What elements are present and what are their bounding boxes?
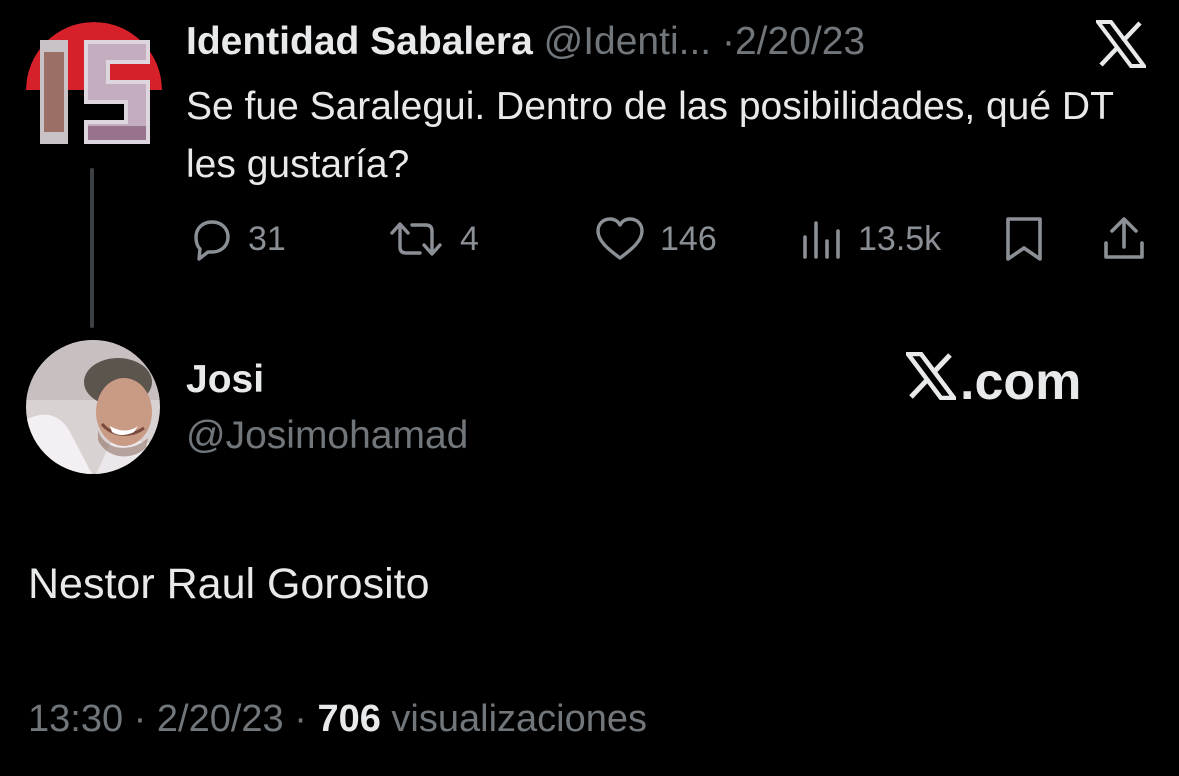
reply-author-handle[interactable]: @Josimohamad (186, 412, 468, 460)
retweet-button[interactable]: 4 (386, 214, 479, 264)
reply-tweet-text: Nestor Raul Gorosito (28, 560, 430, 608)
tweet-date[interactable]: 2/20/23 (735, 20, 865, 63)
like-count: 146 (660, 219, 717, 258)
tweet-date[interactable]: 2/20/23 (157, 698, 284, 740)
original-tweet-header: Identidad Sabalera @Identi... ·2/20/23 (186, 18, 865, 66)
tweet-meta: 13:30 · 2/20/23 · 706 visualizaciones (28, 694, 647, 744)
views-button[interactable]: 13.5k (800, 214, 941, 264)
author-handle[interactable]: @Identi... (544, 20, 712, 63)
view-count-number[interactable]: 706 (317, 698, 380, 740)
reply-count: 31 (248, 219, 286, 258)
views-count: 13.5k (858, 219, 942, 258)
x-com-watermark: .com (903, 351, 1082, 413)
retweet-icon (386, 215, 446, 263)
author-name[interactable]: Identidad Sabalera (186, 20, 533, 63)
club-logo-avatar[interactable] (26, 22, 162, 158)
heart-icon (594, 215, 646, 263)
meta-separator: · (294, 698, 307, 740)
thread-connector-line (90, 168, 94, 328)
reply-author-name[interactable]: Josi (186, 356, 264, 404)
views-bars-icon (800, 215, 844, 263)
bookmark-icon (1002, 215, 1046, 263)
original-tweet-text: Se fue Saralegui. Dentro de las posibili… (186, 85, 1114, 186)
retweet-count: 4 (460, 219, 479, 258)
share-button[interactable] (1100, 214, 1148, 264)
user-avatar-photo[interactable] (26, 340, 160, 474)
x-logo-icon (903, 351, 960, 413)
x-logo-icon[interactable] (1094, 20, 1148, 68)
reply-button[interactable]: 31 (186, 214, 286, 264)
header-separator: · (721, 20, 735, 63)
bookmark-button[interactable] (1002, 214, 1046, 264)
like-button[interactable]: 146 (594, 214, 717, 264)
watermark-text: .com (960, 353, 1082, 411)
reply-bubble-icon (186, 215, 234, 263)
tweet-time[interactable]: 13:30 (28, 698, 123, 740)
view-count-label[interactable]: visualizaciones (391, 698, 647, 740)
share-icon (1100, 215, 1148, 263)
meta-separator: · (133, 698, 147, 740)
